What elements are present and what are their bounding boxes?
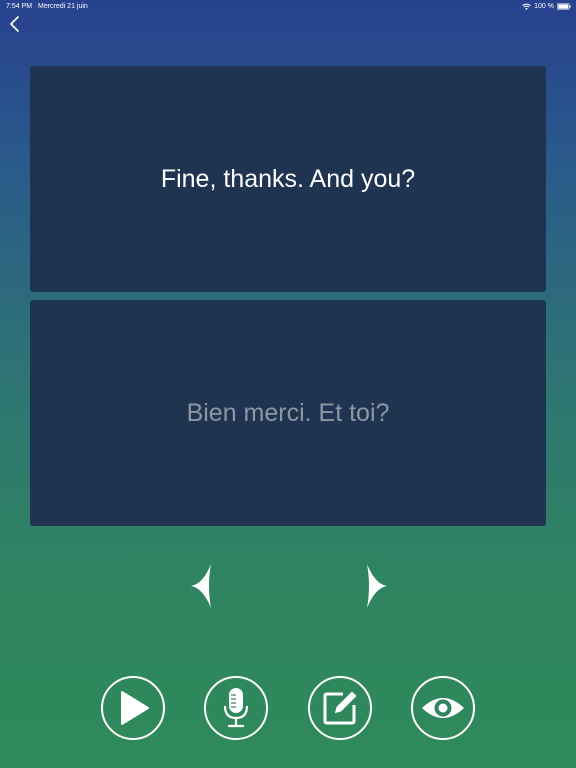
status-indicators: 100 %	[522, 0, 571, 13]
prompt-card[interactable]: Fine, thanks. And you?	[30, 66, 546, 292]
eye-icon	[422, 698, 464, 718]
status-time: 7:54 PM	[6, 3, 33, 10]
battery-icon	[557, 3, 571, 10]
edit-icon	[323, 691, 357, 725]
edit-button[interactable]	[308, 676, 372, 740]
wifi-icon	[522, 3, 531, 10]
battery-percent: 100 %	[534, 3, 554, 10]
record-button[interactable]	[204, 676, 268, 740]
reveal-button[interactable]	[411, 676, 475, 740]
answer-text: Bien merci. Et toi?	[186, 398, 390, 427]
next-card-button[interactable]	[362, 560, 392, 612]
prompt-text: Fine, thanks. And you?	[160, 164, 416, 193]
status-date: Mercredi 21 juin	[38, 3, 88, 10]
back-button[interactable]	[4, 14, 24, 34]
status-bar: 7:54 PM Mercredi 21 juin 100 %	[0, 0, 576, 14]
triangle-left-icon	[191, 564, 211, 608]
answer-card[interactable]: Bien merci. Et toi?	[30, 300, 546, 526]
play-icon	[121, 691, 149, 725]
previous-card-button[interactable]	[186, 560, 216, 612]
triangle-right-icon	[367, 564, 387, 608]
play-button[interactable]	[101, 676, 165, 740]
microphone-icon	[223, 688, 249, 728]
chevron-left-icon	[10, 16, 19, 32]
